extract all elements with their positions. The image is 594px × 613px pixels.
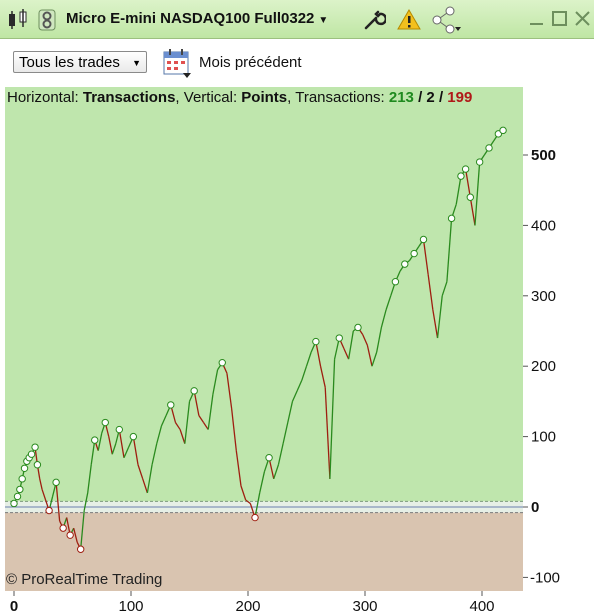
trade-marker [20, 464, 29, 472]
trade-marker [33, 461, 42, 469]
calendar-icon[interactable] [162, 47, 194, 79]
y-tick-label: 200 [531, 358, 556, 375]
chevron-down-icon: ▼ [132, 58, 141, 68]
trade-marker [251, 513, 259, 522]
y-tick-label: 0 [531, 499, 539, 516]
trade-marker [13, 492, 22, 501]
vertical-label: Vertical: [183, 89, 238, 106]
trade-marker [18, 475, 26, 483]
link-icon[interactable] [36, 8, 58, 32]
separator: / [438, 89, 444, 106]
window-title-text: Micro E-mini NASDAQ100 Full0322 [66, 10, 315, 27]
trade-marker [401, 260, 409, 268]
maximize-icon[interactable] [551, 10, 569, 28]
trades-select[interactable]: Tous les trades ▼ [13, 51, 147, 73]
wins-count: 213 [388, 89, 414, 106]
x-tick-label: 400 [469, 598, 494, 613]
losses-count: 199 [447, 89, 473, 106]
period-label[interactable]: Mois précédent [199, 54, 302, 71]
neutral-count: 2 [426, 89, 435, 106]
minimize-icon[interactable] [528, 10, 546, 28]
close-icon[interactable] [574, 10, 592, 28]
horizontal-value: Transactions [82, 89, 176, 106]
title-bar: Micro E-mini NASDAQ100 Full0322 ▼ [0, 0, 594, 39]
trade-marker [447, 214, 456, 223]
trade-marker [410, 249, 418, 258]
window-title[interactable]: Micro E-mini NASDAQ100 Full0322 ▼ [66, 10, 328, 27]
trade-marker [419, 235, 428, 244]
trade-marker [391, 278, 400, 286]
horizontal-label: Horizontal: [7, 89, 79, 106]
trade-marker [115, 425, 124, 434]
trade-marker [312, 337, 320, 346]
vertical-value: Points [241, 89, 288, 106]
trade-marker [335, 334, 343, 342]
trade-marker [190, 387, 198, 395]
trade-marker [45, 506, 53, 515]
y-tick-label: -100 [530, 569, 560, 586]
trade-marker [475, 158, 484, 166]
trade-marker [27, 450, 36, 458]
separator: / [418, 89, 423, 106]
trade-marker [101, 418, 109, 427]
trade-marker [499, 126, 507, 135]
x-tick-label: 200 [235, 598, 260, 613]
trade-marker [76, 545, 85, 553]
trade-marker [167, 401, 175, 409]
trade-marker [129, 432, 138, 441]
y-tick-label: 300 [531, 288, 556, 305]
trade-marker [31, 443, 39, 451]
trade-marker [10, 499, 18, 508]
trade-marker [466, 193, 474, 201]
trade-marker [265, 454, 273, 462]
transactions-label: Transactions: [295, 89, 385, 106]
wrench-icon[interactable] [362, 8, 386, 32]
x-tick-label: 100 [118, 598, 143, 613]
trade-marker [457, 172, 465, 180]
trade-marker [354, 323, 362, 332]
warning-icon[interactable] [397, 8, 421, 32]
x-tick-label: 300 [352, 598, 377, 613]
chevron-down-icon: ▼ [318, 15, 329, 26]
x-tick-label: 0 [10, 598, 18, 613]
trades-select-value: Tous les trades [19, 54, 120, 71]
share-icon[interactable] [432, 6, 466, 34]
y-tick-label: 500 [531, 147, 556, 164]
trade-marker [59, 524, 67, 532]
trade-marker [461, 165, 470, 173]
chart-header: Horizontal: Transactions, Vertical: Poin… [7, 89, 473, 106]
trade-marker [52, 478, 60, 487]
y-tick-label: 100 [531, 429, 556, 446]
trade-marker [16, 485, 24, 494]
y-tick-label: 400 [531, 217, 556, 234]
positive-zone [5, 87, 523, 502]
candlestick-icon[interactable] [6, 9, 32, 31]
trade-marker [91, 436, 99, 444]
trade-marker [485, 144, 493, 152]
equity-chart[interactable]: 500 400 300 200 100 0 -100 0 100 200 300 400 [0, 86, 594, 613]
trade-marker [66, 531, 74, 539]
trade-marker [218, 358, 226, 367]
copyright: © ProRealTime Trading [6, 571, 163, 588]
